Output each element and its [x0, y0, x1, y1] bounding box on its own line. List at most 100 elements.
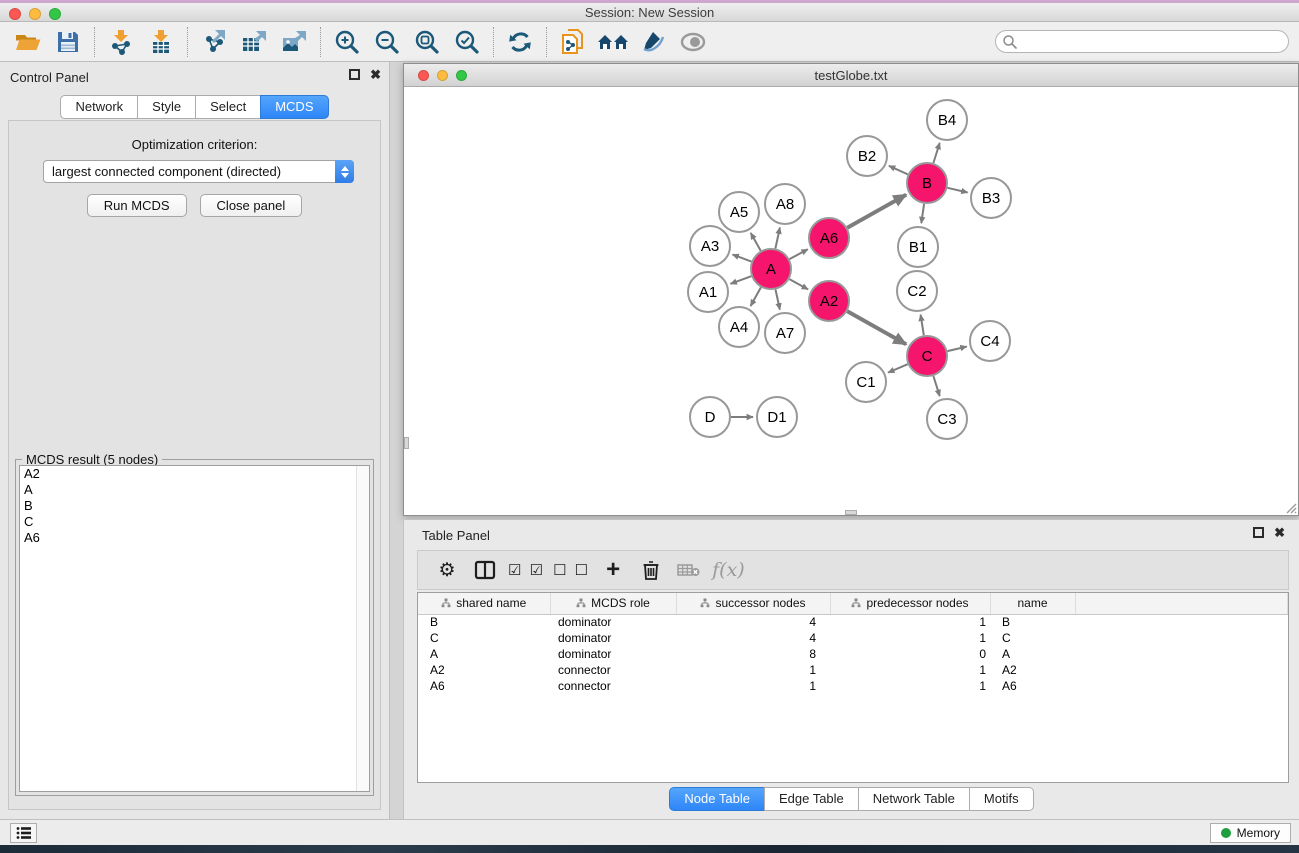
graph-edge-A-A5[interactable]	[751, 233, 761, 251]
open-session-button[interactable]	[8, 25, 48, 59]
table-row[interactable]: Cdominator41C	[418, 630, 1288, 646]
zoom-fit-button[interactable]	[407, 25, 447, 59]
show-all-button[interactable]	[673, 25, 713, 59]
optimization-criterion-select[interactable]: largest connected component (directed)	[43, 160, 354, 183]
graph-node-A8[interactable]: A8	[765, 184, 805, 224]
graph-edge-A-A6[interactable]	[790, 249, 808, 259]
new-network-from-selection-button[interactable]	[553, 25, 593, 59]
graph-edge-A-A3[interactable]	[733, 255, 752, 262]
graph-node-B[interactable]: B	[907, 163, 947, 203]
mcds-result-item[interactable]: B	[20, 498, 369, 514]
graph-node-A[interactable]: A	[751, 249, 791, 289]
graph-node-B4[interactable]: B4	[927, 100, 967, 140]
graph-edge-A6-B[interactable]	[847, 195, 906, 228]
close-panel-button[interactable]: ✖	[370, 69, 381, 80]
graph-node-C3[interactable]: C3	[927, 399, 967, 439]
graph-node-C1[interactable]: C1	[846, 362, 886, 402]
run-mcds-button[interactable]: Run MCDS	[87, 194, 187, 217]
result-scrollbar[interactable]	[356, 466, 369, 791]
graph-node-A1[interactable]: A1	[688, 272, 728, 312]
export-image-button[interactable]	[274, 25, 314, 59]
hide-selected-button[interactable]	[633, 25, 673, 59]
graph-node-B3[interactable]: B3	[971, 178, 1011, 218]
graph-edge-A-A2[interactable]	[789, 279, 808, 289]
tab-select[interactable]: Select	[195, 95, 261, 119]
graph-edge-A-A8[interactable]	[775, 228, 780, 249]
close-table-panel-button[interactable]: ✖	[1274, 527, 1285, 538]
export-table-button[interactable]	[234, 25, 274, 59]
graph-edge-B-B1[interactable]	[921, 204, 924, 223]
mcds-result-item[interactable]: A2	[20, 466, 369, 482]
graph-edge-B-B3[interactable]	[947, 188, 967, 193]
function-builder-button[interactable]: f(x)	[712, 554, 745, 586]
export-network-button[interactable]	[194, 25, 234, 59]
zoom-in-button[interactable]	[327, 25, 367, 59]
vertical-scrollbar-thumb[interactable]	[404, 437, 409, 449]
graph-node-A6[interactable]: A6	[809, 218, 849, 258]
graph-node-C4[interactable]: C4	[970, 321, 1010, 361]
graph-node-D1[interactable]: D1	[757, 397, 797, 437]
column-header[interactable]: shared name	[418, 593, 550, 614]
graph-edge-A-A1[interactable]	[731, 276, 752, 284]
graph-node-C[interactable]: C	[907, 336, 947, 376]
column-visibility-button[interactable]	[470, 554, 500, 586]
add-column-button[interactable]: +	[598, 554, 628, 586]
delete-column-button[interactable]	[636, 554, 666, 586]
apply-layout-button[interactable]	[500, 25, 540, 59]
graph-edge-B-B4[interactable]	[933, 143, 939, 163]
graph-edge-C-C4[interactable]	[947, 347, 966, 352]
column-header[interactable]: MCDS role	[550, 593, 676, 614]
task-history-button[interactable]	[10, 823, 37, 843]
tab-network-table[interactable]: Network Table	[858, 787, 970, 811]
graph-node-B2[interactable]: B2	[847, 136, 887, 176]
graph-node-A3[interactable]: A3	[690, 226, 730, 266]
zoom-selected-button[interactable]	[447, 25, 487, 59]
column-header[interactable]: predecessor nodes	[830, 593, 990, 614]
mcds-result-item[interactable]: A	[20, 482, 369, 498]
table-settings-button[interactable]: ⚙	[432, 554, 462, 586]
graph-node-B1[interactable]: B1	[898, 227, 938, 267]
resize-grip[interactable]	[1283, 500, 1297, 514]
graph-edge-A-A4[interactable]	[751, 287, 761, 306]
graph-edge-B-B2[interactable]	[889, 166, 908, 175]
column-header[interactable]: successor nodes	[676, 593, 830, 614]
graph-edge-C-C2[interactable]	[921, 315, 924, 336]
save-session-button[interactable]	[48, 25, 88, 59]
tab-style[interactable]: Style	[137, 95, 196, 119]
graph-edge-C-C3[interactable]	[933, 376, 939, 396]
horizontal-scrollbar-thumb[interactable]	[845, 510, 857, 515]
mcds-result-item[interactable]: C	[20, 514, 369, 530]
graph-edge-A2-C[interactable]	[847, 311, 906, 344]
deselect-all-rows-button[interactable]: ☐ ☐	[553, 554, 590, 586]
table-row[interactable]: Adominator80A	[418, 646, 1288, 662]
graph-node-C2[interactable]: C2	[897, 271, 937, 311]
import-table-button[interactable]	[141, 25, 181, 59]
mcds-result-list[interactable]: A2ABCA6	[19, 465, 370, 792]
node-table[interactable]: shared nameMCDS rolesuccessor nodesprede…	[417, 592, 1289, 783]
first-neighbors-button[interactable]	[593, 25, 633, 59]
tab-motifs[interactable]: Motifs	[969, 787, 1034, 811]
mcds-result-item[interactable]: A6	[20, 530, 369, 546]
graph-node-A2[interactable]: A2	[809, 281, 849, 321]
import-network-button[interactable]	[101, 25, 141, 59]
network-canvas[interactable]: B4 B2 B B3 A5A8A6 A3 B1 A A1 C2 A2 A4A7 C4 C C1 C3 D D1	[404, 87, 1298, 515]
graph-edge-A-A7[interactable]	[776, 290, 780, 310]
select-all-rows-button[interactable]: ☑ ☑	[508, 554, 545, 586]
delete-table-button[interactable]	[674, 554, 704, 586]
memory-button[interactable]: Memory	[1210, 823, 1291, 843]
search-field[interactable]	[995, 30, 1289, 53]
table-row[interactable]: Bdominator41B	[418, 614, 1288, 630]
graph-node-D[interactable]: D	[690, 397, 730, 437]
float-panel-button[interactable]	[349, 69, 360, 80]
graph-node-A5[interactable]: A5	[719, 192, 759, 232]
search-input[interactable]	[1018, 35, 1288, 49]
tab-network[interactable]: Network	[60, 95, 138, 119]
tab-edge-table[interactable]: Edge Table	[764, 787, 859, 811]
graph-node-A7[interactable]: A7	[765, 313, 805, 353]
graph-edge-C-C1[interactable]	[888, 364, 908, 372]
float-table-panel-button[interactable]	[1253, 527, 1264, 538]
zoom-out-button[interactable]	[367, 25, 407, 59]
graph-node-A4[interactable]: A4	[719, 307, 759, 347]
tab-mcds[interactable]: MCDS	[260, 95, 328, 119]
tab-node-table[interactable]: Node Table	[669, 787, 765, 811]
